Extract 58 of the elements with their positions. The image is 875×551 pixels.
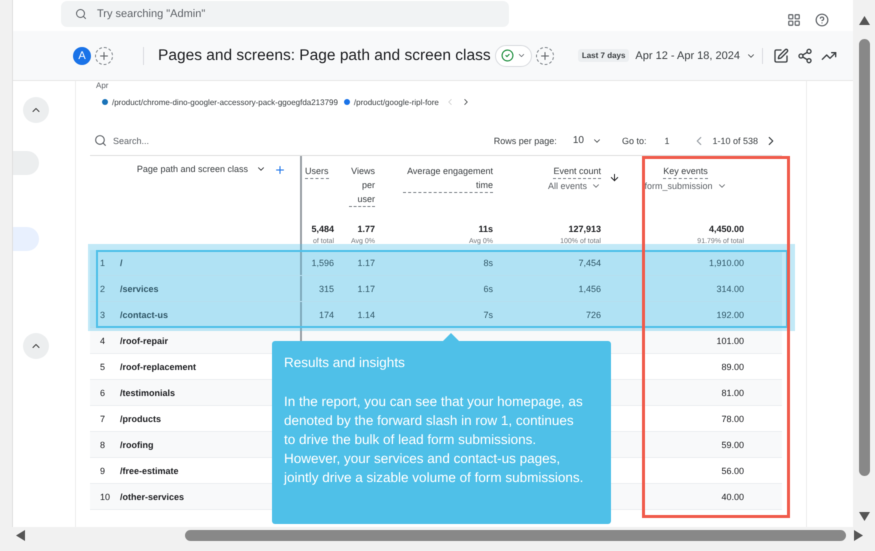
table-cell: 1.14 [357,310,375,320]
page-path: /services [120,284,159,294]
go-to-label: Go to: [622,136,646,146]
table-cell: 1.17 [357,258,375,268]
page-path: /other-services [120,492,184,502]
search-placeholder: Try searching "Admin" [97,8,206,20]
page-path: /free-estimate [120,466,179,476]
axis-label: Apr [95,81,110,90]
page-path: /contact-us [120,310,168,320]
page-path: /products [120,414,162,424]
page-path: /roof-repair [120,336,168,346]
total-value: 11s [478,224,493,234]
total-value: 5,484 [311,224,334,234]
row-index: 7 [100,414,106,424]
table-cell: 78.00 [721,414,744,424]
table-cell: 6s [483,284,493,294]
table-cell: 174 [318,310,334,320]
row-index: 5 [100,362,106,372]
row-index: 2 [100,284,106,294]
table-cell: 40.00 [721,492,744,502]
table-cell: 315 [318,284,334,294]
table-cell: 7,454 [578,258,601,268]
table-cell: 81.00 [721,388,744,398]
table-cell: 7s [483,310,493,320]
table-cell: 59.00 [721,440,744,450]
callout-body: In the report, you can see that your homepage, as denoted by the forward slash in row 1, continues to drive the bulk of lead form submissions. However, your services and contact-us pages, jointly drive a sizable volume of form submissions. [284,393,584,487]
page-info: 1-10 of 538 [712,136,758,146]
total-value: 4,450.00 [708,224,744,234]
legend-label: /product/chrome-dino-googler-accessory-pack-ggoegfda213799 [112,98,338,106]
row-index: 8 [100,440,106,450]
row-index: 6 [100,388,106,398]
table-cell: 89.00 [721,362,744,372]
page-path: /roofing [120,440,154,450]
table-cell: 1,596 [311,258,334,268]
total-value: 127,913 [568,224,601,234]
page-path: /testimonials [120,388,176,398]
table-cell: 1.17 [357,284,375,294]
callout-title: Results and insights [284,354,406,372]
page-path: / [120,258,123,268]
table-cell: 314.00 [716,284,744,294]
legend-label: /product/google-ripl-fore [354,98,439,106]
rows-per-page-label: Rows per page: [494,136,557,146]
row-index: 3 [100,310,106,320]
row-index: 9 [100,466,106,476]
report-title: Pages and screens: Page path and screen class [143,46,491,64]
row-index: 4 [100,336,106,346]
total-value: 1.77 [357,224,375,234]
row-index: 1 [100,258,106,268]
range-chip: Last 7 days [578,49,630,62]
table-cell: 192.00 [716,310,744,320]
page-path: /roof-replacement [120,362,196,372]
table-cell: 1,456 [578,284,601,294]
table-cell: 726 [586,310,601,320]
table-cell: 1,910.00 [708,258,744,268]
row-index: 10 [100,492,110,502]
table-cell: 56.00 [721,466,744,476]
table-cell: 101.00 [716,336,744,346]
table-cell: 8s [483,258,493,268]
